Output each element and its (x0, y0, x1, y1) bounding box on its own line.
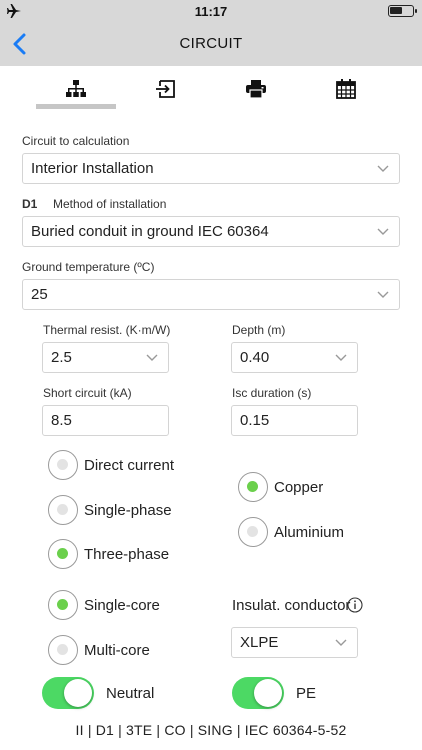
depth-value: 0.40 (240, 349, 270, 366)
method-value: Buried conduit in ground IEC 60364 (31, 223, 269, 240)
radio-circle[interactable] (48, 495, 78, 525)
radio-dot (247, 481, 258, 492)
tab-export[interactable] (146, 76, 186, 102)
radio-dot (57, 459, 68, 470)
chevron-down-icon (335, 354, 347, 361)
tab-calendar[interactable] (326, 76, 366, 102)
radio-three-phase[interactable]: Three-phase (48, 539, 169, 569)
battery-fill (390, 7, 402, 14)
radio-dot (57, 599, 68, 610)
depth-label: Depth (m) (232, 323, 286, 337)
radio-single-phase[interactable]: Single-phase (48, 495, 172, 525)
radio-circle[interactable] (238, 517, 268, 547)
circuit-summary: II | D1 | 3TE | CO | SING | IEC 60364-5-… (75, 722, 347, 738)
radio-dot (57, 644, 68, 655)
tab-print[interactable] (236, 76, 276, 102)
radio-circle[interactable] (238, 472, 268, 502)
isc-label: Isc duration (s) (232, 386, 312, 400)
ground-temp-select[interactable]: 25 (22, 279, 400, 310)
chevron-down-icon (377, 291, 389, 298)
tab-tree[interactable] (56, 76, 96, 102)
radio-circle[interactable] (48, 539, 78, 569)
thermal-select[interactable]: 2.5 (42, 342, 169, 373)
circuit-select[interactable]: Interior Installation (22, 153, 400, 184)
radio-dot (57, 548, 68, 559)
thermal-value: 2.5 (51, 349, 72, 366)
battery-icon (388, 5, 417, 17)
calendar-icon (336, 79, 356, 99)
chevron-down-icon (377, 228, 389, 235)
status-bar: 11:17 (0, 0, 422, 22)
short-circuit-input[interactable]: 8.5 (42, 405, 169, 436)
toggle-knob (254, 679, 282, 707)
toggle-knob (64, 679, 92, 707)
chevron-down-icon (377, 165, 389, 172)
radio-dot (57, 504, 68, 515)
short-circuit-value: 8.5 (51, 412, 72, 429)
insulat-label: Insulat. conductor (232, 597, 351, 614)
chevron-down-icon (335, 639, 347, 646)
ground-temp-value: 25 (31, 286, 48, 303)
radio-circle[interactable] (48, 635, 78, 665)
neutral-toggle[interactable] (42, 677, 94, 709)
info-icon[interactable] (347, 597, 363, 613)
radio-label: Direct current (84, 456, 175, 474)
method-code: D1 (22, 197, 38, 211)
radio-label: Aluminium (274, 523, 345, 541)
short-circuit-label: Short circuit (kA) (43, 386, 132, 400)
radio-label: Single-core (84, 596, 160, 614)
radio-circle[interactable] (48, 450, 78, 480)
radio-dot (247, 526, 258, 537)
export-icon (156, 80, 175, 98)
selected-tab-indicator (36, 104, 116, 109)
method-select[interactable]: Buried conduit in ground IEC 60364 (22, 216, 400, 247)
pe-label: PE (296, 685, 317, 702)
radio-label: Single-phase (84, 501, 172, 519)
radio-aluminium[interactable]: Aluminium (238, 517, 344, 547)
circuit-label: Circuit to calculation (22, 134, 130, 148)
depth-select[interactable]: 0.40 (231, 342, 358, 373)
hierarchy-icon (66, 80, 86, 97)
radio-label: Multi-core (84, 641, 150, 659)
thermal-label: Thermal resist. (K·m/W) (43, 323, 171, 337)
radio-single-core[interactable]: Single-core (48, 590, 160, 620)
page-title: CIRCUIT (179, 35, 243, 52)
radio-copper[interactable]: Copper (238, 472, 323, 502)
nav-bar: CIRCUIT (0, 22, 422, 66)
circuit-value: Interior Installation (31, 160, 154, 177)
isc-input[interactable]: 0.15 (231, 405, 358, 436)
isc-value: 0.15 (240, 412, 270, 429)
radio-label: Copper (274, 478, 324, 496)
status-time: 11:17 (194, 4, 228, 19)
radio-direct-current[interactable]: Direct current (48, 450, 174, 480)
pe-toggle[interactable] (232, 677, 284, 709)
radio-multi-core[interactable]: Multi-core (48, 635, 150, 665)
radio-circle[interactable] (48, 590, 78, 620)
ground-temp-label: Ground temperature (ºC) (22, 260, 155, 274)
printer-icon (246, 80, 266, 98)
chevron-down-icon (146, 354, 158, 361)
radio-label: Three-phase (84, 545, 170, 563)
insulat-value: XLPE (240, 634, 279, 651)
insulat-select[interactable]: XLPE (231, 627, 358, 658)
method-label: Method of installation (53, 197, 167, 211)
neutral-label: Neutral (106, 685, 155, 702)
